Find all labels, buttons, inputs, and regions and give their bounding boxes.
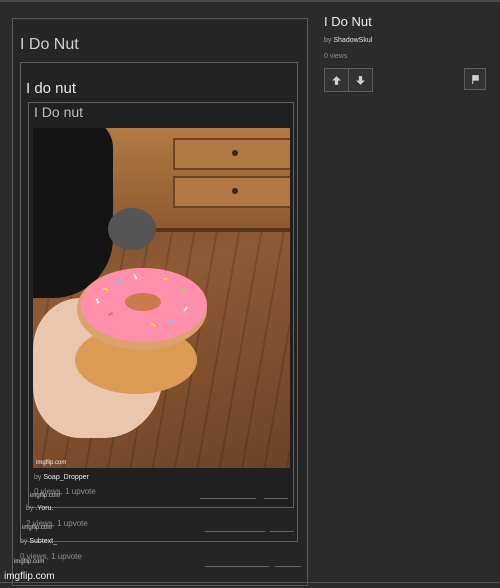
post-author: by ShadowSkul: [324, 37, 373, 44]
arrow-down-icon: [355, 75, 365, 85]
post-views: 0 views: [324, 53, 348, 60]
pet-bowl: [108, 208, 156, 250]
photo-watermark: imgflip.com: [36, 460, 67, 466]
drawer: [173, 138, 290, 170]
donut-photo: imgflip.com: [33, 128, 290, 468]
vote-buttons: [324, 68, 373, 92]
inner-meta-author: by Soap_Dropper: [34, 474, 89, 481]
meme-middle-title: I do nut: [26, 80, 77, 97]
top-divider: [0, 0, 500, 2]
flag-button[interactable]: [464, 68, 486, 90]
inner-watermark: imgflip.com: [30, 493, 61, 499]
middle-meta-author: by .Yoru.: [26, 505, 54, 512]
downvote-button[interactable]: [348, 69, 371, 91]
arrow-up-icon: [332, 75, 341, 85]
donut-hole: [125, 293, 161, 311]
meme-inner-title: I Do nut: [34, 104, 84, 120]
outer-flag-ghost: [275, 566, 301, 573]
inner-flag-ghost: [264, 498, 288, 505]
outer-watermark: imgflip.com: [14, 559, 45, 565]
flag-icon: [471, 74, 479, 84]
imgflip-watermark: imgflip.com: [4, 571, 55, 582]
drawer: [173, 176, 290, 208]
meme-outer-title: I Do Nut: [20, 36, 79, 53]
middle-vote-ghost: [205, 531, 265, 538]
person-jacket: [33, 128, 113, 298]
author-link[interactable]: ShadowSkul: [333, 37, 372, 44]
bottom-divider: [0, 582, 500, 583]
outer-vote-ghost: [205, 566, 269, 573]
middle-flag-ghost: [270, 531, 294, 538]
post-title: I Do Nut: [324, 14, 372, 29]
middle-watermark: imgflip.com: [22, 525, 53, 531]
inner-vote-ghost: [200, 498, 256, 505]
outer-meta-author: by Subtext_: [20, 538, 57, 545]
upvote-button[interactable]: [325, 69, 348, 91]
